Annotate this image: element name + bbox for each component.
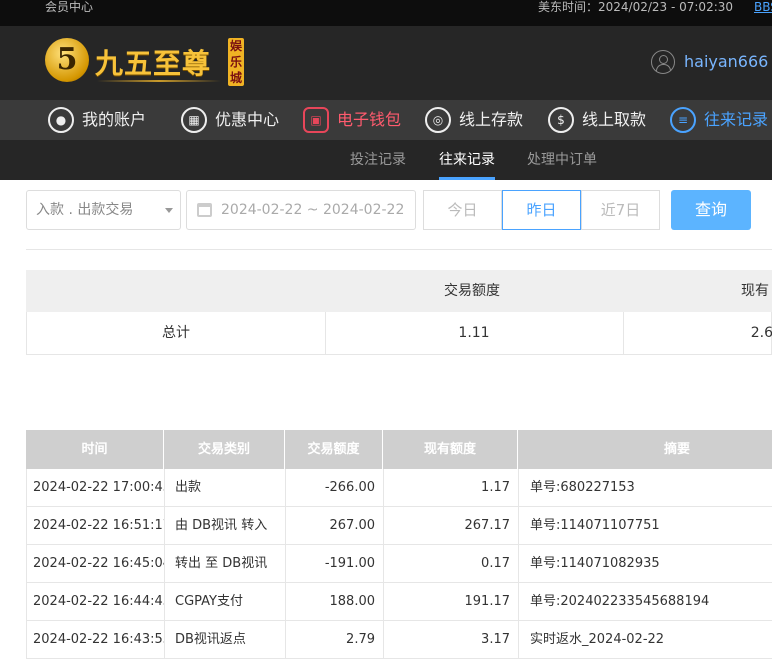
cell-time: 2024-02-22 16:45:04 <box>27 545 165 582</box>
tab-transaction-records[interactable]: 往来记录 <box>439 140 495 180</box>
cell-time: 2024-02-22 17:00:43 <box>27 469 165 506</box>
divider <box>26 249 772 250</box>
nav-label: 线上存款 <box>459 110 524 129</box>
summary-amount: 1.11 <box>458 325 490 341</box>
date-range-input[interactable]: 2024-02-22 ~ 2024-02-22 <box>186 190 416 230</box>
col-memo: 摘要 <box>663 442 690 457</box>
cell-amount: -191.00 <box>286 545 384 582</box>
cell-balance: 1.17 <box>384 469 519 506</box>
withdraw-icon: $ <box>548 107 574 133</box>
yesterday-button[interactable]: 昨日 <box>502 190 581 230</box>
summary-label: 总计 <box>162 325 190 341</box>
records-icon: ≡ <box>670 107 696 133</box>
cell-amount: 2.79 <box>286 621 384 658</box>
avatar-icon <box>651 50 675 74</box>
tab-bet-records[interactable]: 投注记录 <box>350 140 406 180</box>
col-amount: 交易额度 <box>285 430 383 469</box>
table-row: 2024-02-22 16:51:17 由 DB视讯 转入 267.00 267… <box>26 507 772 545</box>
transaction-type-select[interactable]: 入款 . 出款交易 <box>26 190 181 230</box>
user-icon: ● <box>48 107 74 133</box>
summary-header: 交易额度 现有 <box>26 270 772 312</box>
summary-header-balance: 现有 <box>741 283 769 299</box>
records-table-header: 时间 交易类别 交易额度 现有额度 摘要 <box>26 430 772 469</box>
cell-amount: 188.00 <box>286 583 384 620</box>
cell-memo: 单号:114071082935 <box>530 556 660 571</box>
cell-memo: 实时返水_2024-02-22 <box>530 632 665 647</box>
table-row: 2024-02-22 17:00:43 出款 -266.00 1.17 单号:6… <box>26 469 772 507</box>
col-type: 交易类别 <box>164 430 285 469</box>
username[interactable]: haiyan666 <box>684 50 768 74</box>
logo-mark: 5 <box>45 38 89 82</box>
cell-type: 由 DB视讯 转入 <box>165 507 286 544</box>
col-balance: 现有额度 <box>383 430 518 469</box>
us-east-time: 美东时间：2024/02/23 - 07:02:30 <box>538 0 734 14</box>
deposit-icon: ◎ <box>425 107 451 133</box>
cell-balance: 267.17 <box>384 507 519 544</box>
cell-balance: 0.17 <box>384 545 519 582</box>
cell-type: CGPAY支付 <box>165 583 286 620</box>
cell-amount: -266.00 <box>286 469 384 506</box>
gift-icon: ▦ <box>181 107 207 133</box>
caret-down-icon <box>165 208 173 213</box>
nav-label: 往来记录 <box>704 110 769 129</box>
search-button[interactable]: 查询 <box>671 190 751 230</box>
top-utility-bar: 会员中心 美东时间：2024/02/23 - 07:02:30 BBS <box>0 0 772 26</box>
col-time: 时间 <box>26 430 164 469</box>
cell-memo: 单号:202402233545688194 <box>530 594 710 609</box>
nav-label: 我的账户 <box>82 110 147 129</box>
logo-seal: 娱乐城 <box>228 38 244 86</box>
sub-nav: 投注记录 往来记录 处理中订单 <box>0 140 772 180</box>
calendar-icon <box>197 203 212 217</box>
wallet-icon: ▣ <box>303 107 329 133</box>
site-header: 5 九五至尊 娱乐城 haiyan666 <box>0 26 772 100</box>
tab-pending-orders[interactable]: 处理中订单 <box>527 140 597 180</box>
nav-label: 电子钱包 <box>337 110 402 129</box>
main-nav: ● 我的账户 ▦ 优惠中心 ▣ 电子钱包 ◎ 线上存款 $ 线上取款 ≡ 往来记… <box>0 100 772 140</box>
cell-type: DB视讯返点 <box>165 621 286 658</box>
date-range-value: 2024-02-22 ~ 2024-02-22 <box>221 202 405 218</box>
member-center-link[interactable]: 会员中心 <box>45 0 93 14</box>
cell-time: 2024-02-22 16:43:55 <box>27 621 165 658</box>
today-button[interactable]: 今日 <box>423 190 502 230</box>
last-7-days-button[interactable]: 近7日 <box>581 190 660 230</box>
cell-amount: 267.00 <box>286 507 384 544</box>
cell-type: 出款 <box>165 469 286 506</box>
summary-header-amount: 交易额度 <box>444 283 500 299</box>
summary-balance: 2.6 <box>750 325 772 341</box>
table-row: 2024-02-22 16:44:45 CGPAY支付 188.00 191.1… <box>26 583 772 621</box>
table-row: 2024-02-22 16:45:04 转出 至 DB视讯 -191.00 0.… <box>26 545 772 583</box>
cell-type: 转出 至 DB视讯 <box>165 545 286 582</box>
logo-underline <box>97 80 221 82</box>
table-row: 2024-02-22 16:43:55 DB视讯返点 2.79 3.17 实时返… <box>26 621 772 659</box>
summary-row: 总计 1.11 2.6 <box>26 312 772 355</box>
cell-time: 2024-02-22 16:51:17 <box>27 507 165 544</box>
nav-label: 线上取款 <box>582 110 647 129</box>
cell-balance: 191.17 <box>384 583 519 620</box>
nav-label: 优惠中心 <box>215 110 280 129</box>
logo-name: 九五至尊 <box>95 47 212 80</box>
cell-time: 2024-02-22 16:44:45 <box>27 583 165 620</box>
bbs-link[interactable]: BBS <box>754 0 772 14</box>
select-value: 入款 . 出款交易 <box>36 202 134 218</box>
cell-memo: 单号:680227153 <box>530 480 635 495</box>
cell-balance: 3.17 <box>384 621 519 658</box>
cell-memo: 单号:114071107751 <box>530 518 660 533</box>
